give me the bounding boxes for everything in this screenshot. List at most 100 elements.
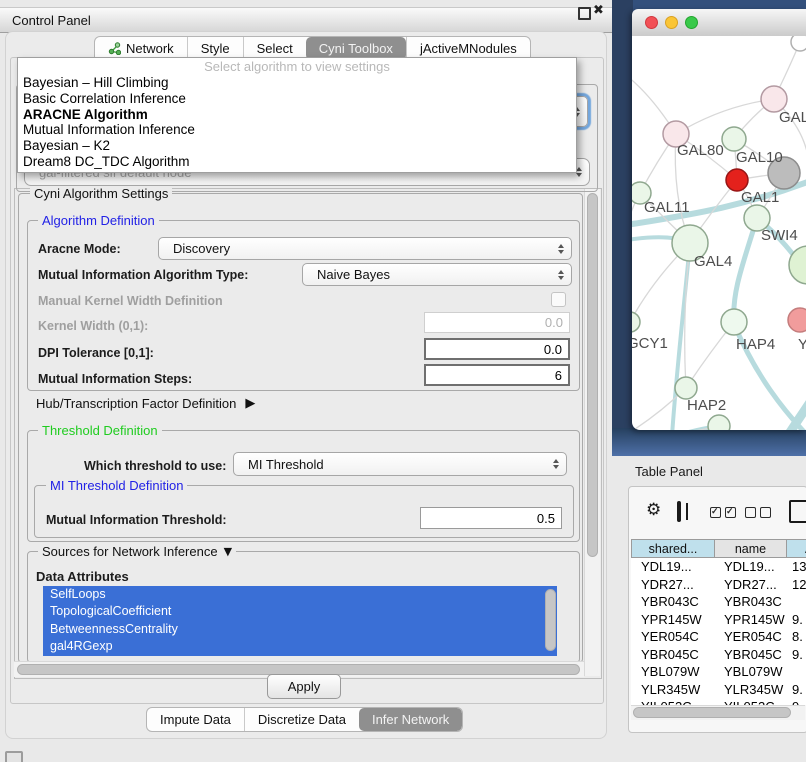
desktop-band — [612, 428, 806, 456]
table-row[interactable]: YBR045CYBR045C9. — [631, 646, 806, 664]
hub-definition-expander[interactable]: Hub/Transcription Factor Definition ▶ — [36, 396, 255, 411]
data-attributes-label: Data Attributes — [36, 569, 129, 584]
tab-impute-data[interactable]: Impute Data — [147, 708, 244, 731]
tab-discretize-data[interactable]: Discretize Data — [244, 708, 359, 731]
close-panel-icon[interactable]: ✖ — [593, 3, 604, 18]
table-row[interactable]: YLR345WYLR345W9. — [631, 681, 806, 699]
node-gal1[interactable] — [726, 169, 748, 191]
table-row[interactable]: YPR145WYPR145W9. — [631, 611, 806, 629]
table-row[interactable]: YBL079WYBL079W — [631, 663, 806, 681]
svg-text:HAP2: HAP2 — [687, 397, 726, 414]
node-salmon[interactable] — [788, 308, 806, 332]
kernel-width-label: Kernel Width (0,1): — [38, 319, 148, 333]
attribute-item-selected[interactable]: gal4RGexp — [43, 638, 557, 655]
svg-text:GAL11: GAL11 — [644, 199, 690, 216]
algorithm-definition-title: Algorithm Definition — [38, 213, 159, 228]
select-all-columns-icon[interactable] — [710, 507, 736, 518]
aracne-mode-combo[interactable]: Discovery — [158, 237, 572, 260]
kernel-width-field[interactable]: 0.0 — [424, 312, 570, 333]
dropdown-item[interactable]: Mutual Information Inference — [18, 122, 576, 138]
mi-threshold-definition-title: MI Threshold Definition — [46, 478, 187, 493]
mi-threshold-label: Mutual Information Threshold: — [46, 513, 227, 527]
node-hap4[interactable] — [721, 309, 747, 335]
mi-steps-label: Mutual Information Steps: — [38, 372, 192, 386]
table-row[interactable]: YIL052CYIL052C9 — [631, 698, 806, 705]
mi-type-value: Naive Bayes — [303, 267, 390, 282]
dropdown-item-selected[interactable]: ARACNE Algorithm — [18, 107, 576, 123]
control-panel-title: Control Panel — [12, 13, 91, 28]
network-window-titlebar[interactable] — [632, 9, 806, 37]
node-gcy1[interactable] — [632, 312, 640, 332]
node-gal10[interactable] — [722, 127, 746, 151]
manual-kernel-checkbox[interactable] — [551, 292, 566, 307]
minimize-window-icon[interactable] — [665, 16, 678, 29]
column-header-name[interactable]: name — [714, 539, 787, 558]
aracne-mode-value: Discovery — [159, 241, 230, 256]
attribute-item-selected[interactable]: SelfLoops — [43, 586, 557, 603]
node-bottom[interactable] — [708, 415, 730, 430]
screen: Control Panel ✖ Network Style Select Cyn… — [0, 0, 806, 762]
dpi-tolerance-label: DPI Tolerance [0,1]: — [38, 346, 154, 360]
table-hscroll-thumb[interactable] — [633, 707, 791, 718]
which-threshold-label: Which threshold to use: — [84, 459, 226, 473]
float-window-icon[interactable] — [578, 7, 591, 20]
svg-text:GAL4: GAL4 — [694, 253, 732, 270]
cyni-mode-tabs: Impute Data Discretize Data Infer Networ… — [146, 707, 463, 732]
hub-definition-label: Hub/Transcription Factor Definition — [36, 396, 236, 411]
which-threshold-value: MI Threshold — [234, 457, 324, 472]
sources-group-title[interactable]: Sources for Network Inference ▼ — [38, 544, 236, 559]
mi-type-label: Mutual Information Algorithm Type: — [38, 268, 248, 282]
attribute-item-selected[interactable]: TopologicalCoefficient — [43, 603, 557, 620]
table-row[interactable]: YBR043CYBR043C — [631, 593, 806, 611]
node-hap2[interactable] — [675, 377, 697, 399]
expand-arrow-icon: ▶ — [245, 396, 255, 411]
table-panel: ⚙ shared... name A YDL19...YDL19...13 YD… — [628, 486, 806, 733]
deselect-columns-icon[interactable] — [745, 507, 771, 518]
dropdown-prompt: Select algorithm to view settings — [18, 58, 576, 75]
collapse-triangle-icon: ▼ — [224, 545, 232, 558]
minimized-window-icon[interactable] — [5, 751, 23, 762]
attribute-item-selected[interactable]: BetweennessCentrality — [43, 621, 557, 638]
export-table-icon[interactable] — [789, 500, 806, 523]
svg-text:GAL10: GAL10 — [736, 149, 783, 166]
svg-text:GCY1: GCY1 — [632, 335, 668, 352]
columns-icon[interactable] — [677, 501, 681, 522]
svg-text:HAP4: HAP4 — [736, 336, 775, 353]
zoom-window-icon[interactable] — [685, 16, 698, 29]
dpi-tolerance-field[interactable]: 0.0 — [424, 338, 570, 360]
apply-button[interactable]: Apply — [267, 674, 341, 699]
column-header-shared[interactable]: shared... — [631, 539, 715, 558]
network-canvas[interactable]: GAL GAL80 GAL10 GAL1 GAL11 SWI4 GAL4 GCY… — [632, 36, 806, 430]
table-row[interactable]: YDL19...YDL19...13 — [631, 558, 806, 576]
tab-infer-network[interactable]: Infer Network — [359, 708, 462, 731]
dropdown-item[interactable]: Basic Correlation Inference — [18, 91, 576, 107]
data-attributes-list: SelfLoops TopologicalCoefficient Between… — [43, 586, 557, 656]
settings-gear-icon[interactable]: ⚙ — [646, 500, 661, 520]
network-tab-icon — [108, 42, 121, 55]
attributes-list-scrollbar[interactable] — [545, 589, 556, 651]
svg-text:GAL: GAL — [779, 109, 806, 126]
close-window-icon[interactable] — [645, 16, 658, 29]
dropdown-item[interactable]: Bayesian – Hill Climbing — [18, 75, 576, 91]
table-body: YDL19...YDL19...13 YDR27...YDR27...12 YB… — [631, 558, 806, 705]
mi-type-combo[interactable]: Naive Bayes — [302, 263, 572, 286]
threshold-definition-title: Threshold Definition — [38, 423, 162, 438]
settings-vscroll-thumb[interactable] — [587, 193, 598, 557]
svg-text:Y: Y — [798, 336, 806, 353]
control-panel-titlebar[interactable]: Control Panel — [0, 7, 612, 33]
mi-steps-field[interactable]: 6 — [424, 364, 570, 386]
node-unlabeled[interactable] — [791, 36, 806, 51]
which-threshold-combo[interactable]: MI Threshold — [233, 452, 567, 476]
dropdown-item[interactable]: Dream8 DC_TDC Algorithm — [18, 154, 576, 170]
svg-text:GAL80: GAL80 — [677, 142, 724, 159]
table-row[interactable]: YER054CYER054C8. — [631, 628, 806, 646]
svg-text:GAL1: GAL1 — [741, 189, 779, 206]
table-row[interactable]: YDR27...YDR27...12 — [631, 576, 806, 594]
manual-kernel-label: Manual Kernel Width Definition — [38, 294, 223, 308]
combo-stepper-icon — [558, 244, 564, 254]
column-header-partial[interactable]: A — [786, 539, 806, 558]
dropdown-item[interactable]: Bayesian – K2 — [18, 138, 576, 154]
network-view-window[interactable]: GAL GAL80 GAL10 GAL1 GAL11 SWI4 GAL4 GCY… — [632, 9, 806, 430]
combo-stepper-icon — [553, 459, 559, 469]
mi-threshold-field[interactable]: 0.5 — [420, 507, 562, 529]
